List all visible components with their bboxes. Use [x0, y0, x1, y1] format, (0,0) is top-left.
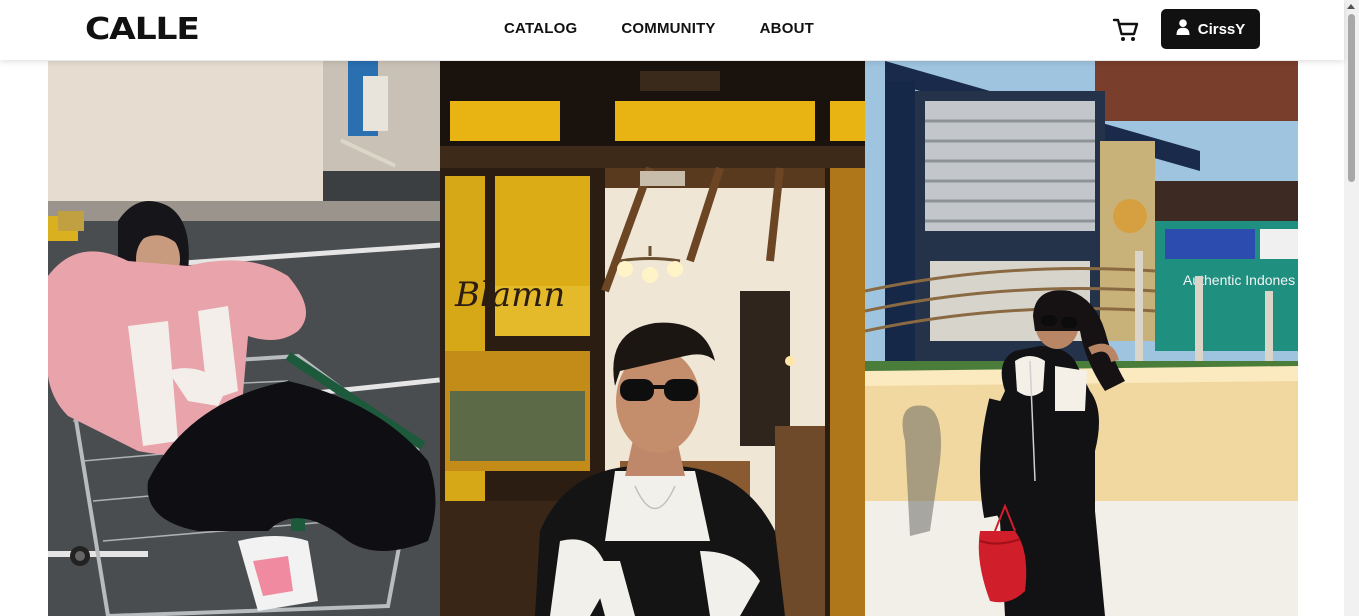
community-gallery: Blamn Authentic Indones — [48, 61, 1298, 616]
photo-woman-black-jacket-red-bag[interactable]: Authentic Indones — [865, 61, 1298, 616]
scroll-up-arrow-icon[interactable] — [1347, 4, 1355, 9]
nav-catalog[interactable]: CATALOG — [504, 20, 577, 37]
shopping-cart-icon[interactable] — [1112, 17, 1140, 43]
page-scrollbar[interactable] — [1344, 0, 1359, 616]
svg-text:Blamn: Blamn — [454, 275, 565, 315]
brand-logo[interactable]: CALLE — [85, 12, 200, 47]
nav-about[interactable]: ABOUT — [760, 20, 814, 37]
photo-man-sunglasses-restaurant[interactable]: Blamn — [440, 61, 865, 616]
user-icon — [1176, 19, 1190, 39]
user-account-button[interactable]: CirssY — [1161, 9, 1260, 49]
nav-community[interactable]: COMMUNITY — [621, 20, 715, 37]
top-navbar: CALLE CATALOG COMMUNITY ABOUT CirssY — [0, 0, 1344, 60]
scrollbar-thumb[interactable] — [1348, 14, 1355, 182]
photo-woman-pink-hoodie-cart[interactable] — [48, 61, 440, 616]
user-name: CirssY — [1197, 20, 1246, 38]
main-nav: CATALOG COMMUNITY ABOUT — [504, 20, 814, 37]
